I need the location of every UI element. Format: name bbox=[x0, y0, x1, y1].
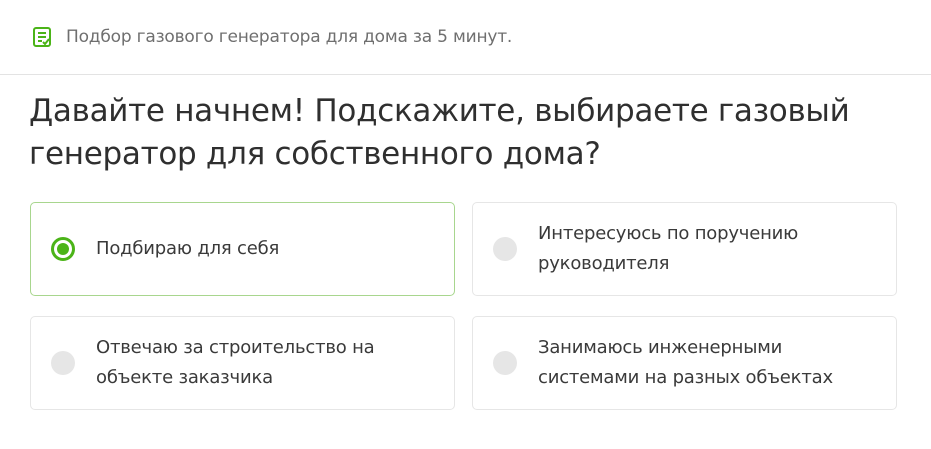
radio-selected-icon[interactable] bbox=[51, 237, 75, 261]
quiz-header: Подбор газового генератора для дома за 5… bbox=[0, 0, 931, 75]
radio-empty-icon[interactable] bbox=[493, 351, 517, 375]
question-title: Давайте начнем! Подскажите, выбираете га… bbox=[29, 93, 850, 172]
option-engineering-systems[interactable]: Занимаюсь инженерными системами на разны… bbox=[472, 316, 897, 410]
option-label: Интересуюсь по поручению руководителя bbox=[538, 223, 799, 274]
checklist-icon bbox=[31, 26, 53, 48]
quiz-subtitle: Подбор газового генератора для дома за 5… bbox=[66, 27, 513, 47]
option-label: Подбираю для себя bbox=[96, 238, 280, 259]
radio-empty-icon[interactable] bbox=[51, 351, 75, 375]
answer-options: Подбираю для себя Интересуюсь по поручен… bbox=[30, 202, 897, 410]
option-construction-responsible[interactable]: Отвечаю за строительство на объекте зака… bbox=[30, 316, 455, 410]
option-label: Занимаюсь инженерными системами на разны… bbox=[538, 337, 833, 388]
option-for-myself[interactable]: Подбираю для себя bbox=[30, 202, 455, 296]
radio-empty-icon[interactable] bbox=[493, 237, 517, 261]
option-label: Отвечаю за строительство на объекте зака… bbox=[96, 337, 375, 388]
option-on-manager-request[interactable]: Интересуюсь по поручению руководителя bbox=[472, 202, 897, 296]
